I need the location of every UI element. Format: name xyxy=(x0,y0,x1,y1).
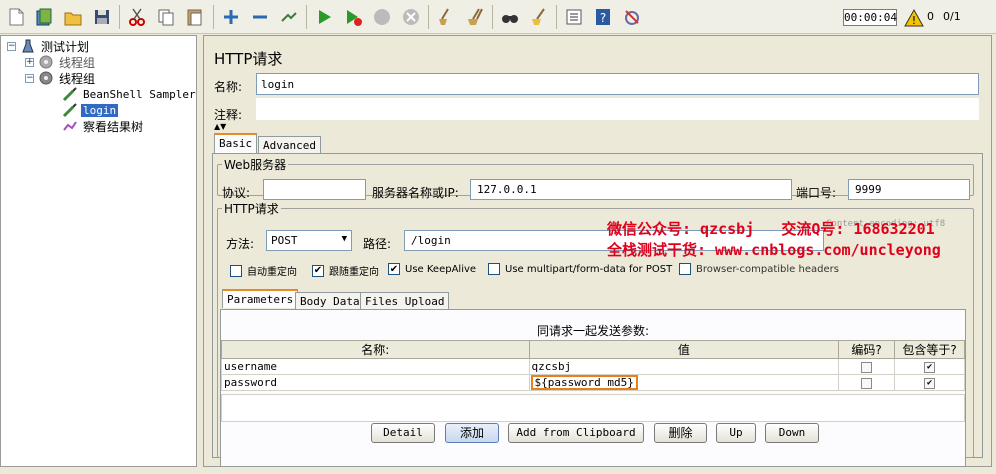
include-equals-checkbox[interactable]: ✔ xyxy=(894,374,965,391)
error-count: 0 xyxy=(927,10,934,23)
svg-text:?: ? xyxy=(600,11,606,25)
comment-field[interactable] xyxy=(256,98,979,120)
help-icon[interactable]: ? xyxy=(592,6,614,28)
toolbar: ? 00:00:04 ! 0 0/1 xyxy=(0,0,996,34)
basic-tab-pane: Web服务器 协议: 服务器名称或IP: 127.0.0.1 端口号: 9999… xyxy=(212,153,983,467)
tree-node-view-results-tree[interactable]: 察看结果树 xyxy=(61,118,145,134)
add-from-clipboard-button[interactable]: Add from Clipboard xyxy=(508,423,644,443)
tree-node-thread-group-1[interactable]: + 线程组 xyxy=(25,54,97,70)
shutdown-icon[interactable] xyxy=(400,6,422,28)
param-value[interactable]: qzcsbj xyxy=(528,358,840,375)
start-no-pauses-icon[interactable] xyxy=(342,6,364,28)
table-row[interactable]: username qzcsbj ✔ xyxy=(221,358,965,375)
sampler-icon xyxy=(61,102,79,118)
test-plan-tree[interactable]: − 测试计划 + 线程组 − 线程组 BeanShell Sampler log… xyxy=(0,35,197,467)
templates-icon[interactable] xyxy=(33,6,55,28)
chevron-down-icon: ▼ xyxy=(341,234,347,244)
tree-node-test-plan[interactable]: − 测试计划 xyxy=(7,38,91,54)
param-name[interactable]: username xyxy=(221,358,530,375)
browser-headers-checkbox[interactable]: Browser-compatible headers xyxy=(679,263,839,275)
param-value[interactable]: ${password_md5} xyxy=(528,374,840,391)
name-field[interactable]: login xyxy=(256,73,979,95)
expand-icon[interactable] xyxy=(220,6,242,28)
tree-node-thread-group-2[interactable]: − 线程组 xyxy=(25,70,97,86)
clear-all-icon[interactable] xyxy=(464,6,486,28)
watermark-line-1: 微信公众号: qzcsbj 交流Q号: 168632201 xyxy=(607,220,935,238)
tab-body-data[interactable]: Body Data xyxy=(295,292,365,310)
svg-text:!: ! xyxy=(912,14,916,27)
tree-node-beanshell-sampler[interactable]: BeanShell Sampler xyxy=(61,86,198,102)
save-icon[interactable] xyxy=(91,6,113,28)
expand-toggle[interactable]: + xyxy=(25,57,34,67)
collapse-toggle[interactable]: − xyxy=(25,73,34,83)
page-title: HTTP请求 xyxy=(214,50,283,68)
comment-label: 注释: xyxy=(214,108,243,122)
include-equals-checkbox[interactable]: ✔ xyxy=(894,358,965,375)
params-table-title: 同请求一起发送参数: xyxy=(536,324,650,338)
parameters-pane: 同请求一起发送参数: 名称: 值 编码? 包含等于? username qzcs… xyxy=(220,309,966,467)
encode-checkbox[interactable] xyxy=(838,374,896,391)
tab-advanced[interactable]: Advanced xyxy=(258,136,321,154)
table-empty-area xyxy=(221,394,965,422)
detail-button[interactable]: Detail xyxy=(371,423,435,443)
tab-parameters[interactable]: Parameters xyxy=(222,289,299,308)
clear-icon[interactable] xyxy=(435,6,457,28)
new-icon[interactable] xyxy=(5,6,27,28)
column-include-equals[interactable]: 包含等于? xyxy=(894,340,965,359)
cut-icon[interactable] xyxy=(126,6,148,28)
active-threads: 0/1 xyxy=(943,10,961,23)
paste-icon[interactable] xyxy=(184,6,206,28)
function-helper-icon[interactable] xyxy=(563,6,585,28)
web-server-group: Web服务器 协议: 服务器名称或IP: 127.0.0.1 端口号: 9999 xyxy=(217,156,974,200)
elapsed-timer: 00:00:04 xyxy=(843,9,897,26)
port-field[interactable]: 9999 xyxy=(848,179,970,200)
sampler-icon xyxy=(61,86,79,102)
up-button[interactable]: Up xyxy=(716,423,756,443)
params-table[interactable]: 名称: 值 编码? 包含等于? username qzcsbj ✔ passwo… xyxy=(221,340,965,391)
column-value[interactable]: 值 xyxy=(528,340,840,359)
column-encode[interactable]: 编码? xyxy=(838,340,896,359)
start-icon[interactable] xyxy=(313,6,335,28)
watermark-line-2: 全栈测试干货: www.cnblogs.com/uncleyong xyxy=(607,241,941,259)
warning-icon[interactable]: ! xyxy=(903,7,925,29)
toggle-icon[interactable] xyxy=(278,6,300,28)
auto-redirect-checkbox[interactable]: 自动重定向 xyxy=(230,263,297,278)
reset-search-icon[interactable] xyxy=(528,6,550,28)
follow-redirects-checkbox[interactable]: ✔ 跟随重定向 xyxy=(312,263,379,278)
highlighted-value: ${password_md5} xyxy=(530,375,638,390)
server-name-field[interactable]: 127.0.0.1 xyxy=(470,179,792,200)
collapse-arrows-icon[interactable]: ▲▼ xyxy=(214,122,226,131)
method-select[interactable]: POST ▼ xyxy=(266,230,352,251)
stop-icon[interactable] xyxy=(371,6,393,28)
collapse-toggle[interactable]: − xyxy=(7,41,16,51)
thread-group-icon xyxy=(37,54,55,70)
name-label: 名称: xyxy=(214,80,243,94)
thread-group-icon xyxy=(37,70,55,86)
column-name[interactable]: 名称: xyxy=(221,340,530,359)
tree-node-login[interactable]: login xyxy=(61,102,119,118)
encode-checkbox[interactable] xyxy=(838,358,896,375)
multipart-checkbox[interactable]: Use multipart/form-data for POST xyxy=(488,263,672,275)
open-icon[interactable] xyxy=(62,6,84,28)
protocol-field[interactable] xyxy=(263,179,366,200)
collapse-icon[interactable] xyxy=(249,6,271,28)
tab-basic[interactable]: Basic xyxy=(214,133,258,153)
keepalive-checkbox[interactable]: ✔ Use KeepAlive xyxy=(388,263,476,275)
search-icon[interactable] xyxy=(499,6,521,28)
tab-files-upload[interactable]: Files Upload xyxy=(360,292,450,310)
remote-icon[interactable] xyxy=(621,6,643,28)
copy-icon[interactable] xyxy=(155,6,177,28)
test-plan-icon xyxy=(19,38,37,54)
listener-icon xyxy=(61,118,79,134)
param-name[interactable]: password xyxy=(221,374,530,391)
table-row[interactable]: password ${password_md5} ✔ xyxy=(221,374,965,391)
add-button[interactable]: 添加 xyxy=(445,423,499,443)
delete-button[interactable]: 删除 xyxy=(654,423,707,443)
table-header-row: 名称: 值 编码? 包含等于? xyxy=(221,340,965,359)
down-button[interactable]: Down xyxy=(765,423,819,443)
